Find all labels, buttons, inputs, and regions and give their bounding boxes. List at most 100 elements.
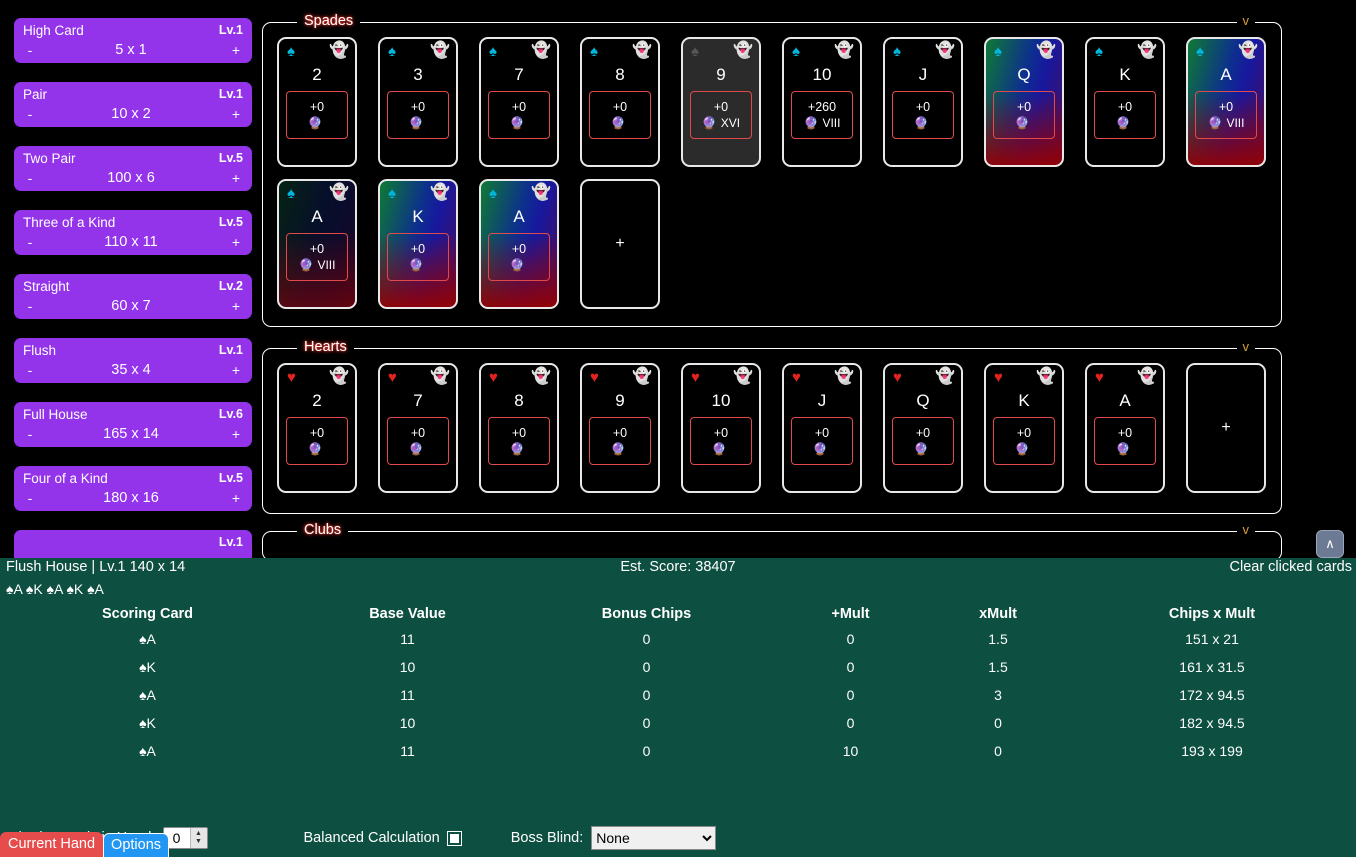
playing-card[interactable]: ♠ 👻 10 +260 🔮 VIII [782, 37, 862, 167]
hand-row[interactable]: Two Pair Lv.5-100 x 6 + [14, 146, 252, 191]
playing-card[interactable]: ♥ 👻 Q +0 🔮 [883, 363, 963, 493]
hand-increase-button[interactable]: + [229, 362, 243, 378]
scoring-value-cell: 0 [846, 631, 855, 647]
card-modifier-box[interactable]: +0 🔮 [488, 417, 550, 465]
chariot-cards-stepper[interactable]: 0 ▲ ▼ [162, 827, 208, 849]
card-modifier-box[interactable]: +0 🔮 [589, 91, 651, 139]
playing-card[interactable]: ♥ 👻 J +0 🔮 [782, 363, 862, 493]
hand-increase-button[interactable]: + [229, 426, 243, 442]
hand-row[interactable]: Full House Lv.6-165 x 14 + [14, 402, 252, 447]
playing-card[interactable]: ♥ 👻 K +0 🔮 [984, 363, 1064, 493]
card-modifier-box[interactable]: +0 🔮 [387, 91, 449, 139]
card-seal-row: 🔮 [510, 115, 529, 131]
hand-row[interactable]: Pair Lv.1-10 x 2 + [14, 82, 252, 127]
scoring-table-column-header: Base Value [369, 606, 446, 622]
card-modifier-box[interactable]: +0 🔮 VIII [286, 233, 348, 281]
chariot-cards-stepper-arrows[interactable]: ▲ ▼ [189, 828, 207, 848]
table-row: ♠A 11 0 10 0 193 x 199 [0, 737, 1356, 765]
card-modifier-box[interactable]: +0 🔮 [589, 417, 651, 465]
card-modifier-box[interactable]: +0 🔮 VIII [1195, 91, 1257, 139]
card-modifier-box[interactable]: +0 🔮 [387, 417, 449, 465]
card-modifier-box[interactable]: +0 🔮 [993, 417, 1055, 465]
hand-row[interactable]: High Card Lv.1-5 x 1 + [14, 18, 252, 63]
balanced-calculation-control[interactable]: Balanced Calculation [304, 830, 462, 846]
card-modifier-box[interactable]: +0 🔮 [1094, 91, 1156, 139]
heart-suit-icon: ♥ [893, 369, 902, 386]
ghost-icon: 👻 [1137, 42, 1157, 59]
hand-increase-button[interactable]: + [229, 234, 243, 250]
hand-score: 165 x 14 [103, 426, 159, 442]
playing-card[interactable]: ♥ 👻 8 +0 🔮 [479, 363, 559, 493]
card-bonus-chips: +0 [1117, 426, 1133, 440]
card-modifier-box[interactable]: +0 🔮 XVI [690, 91, 752, 139]
card-modifier-box[interactable]: +0 🔮 [690, 417, 752, 465]
card-modifier-box[interactable]: +0 🔮 [791, 417, 853, 465]
hand-increase-button[interactable]: + [229, 298, 243, 314]
chevron-down-icon[interactable]: v [1236, 522, 1255, 537]
hand-name: Two Pair [23, 150, 76, 166]
playing-card[interactable]: ♠ 👻 K +0 🔮 [1085, 37, 1165, 167]
card-modifier-box[interactable]: +0 🔮 [993, 91, 1055, 139]
add-card-button[interactable]: + [1186, 363, 1266, 493]
scoring-value-cell: 1.5 [988, 631, 1008, 647]
crystal-ball-icon: 🔮 [1115, 442, 1131, 456]
card-modifier-box[interactable]: +0 🔮 [892, 91, 954, 139]
playing-card[interactable]: ♥ 👻 7 +0 🔮 [378, 363, 458, 493]
playing-card[interactable]: ♠ 👻 9 +0 🔮 XVI [681, 37, 761, 167]
card-rank: 10 [812, 65, 832, 84]
playing-card[interactable]: ♠ 👻 Q +0 🔮 [984, 37, 1064, 167]
card-modifier-box[interactable]: +260 🔮 VIII [791, 91, 853, 139]
tab-current-hand[interactable]: Current Hand [0, 832, 104, 857]
scoring-value-cell: 0 [642, 687, 651, 703]
card-modifier-box[interactable]: +0 🔮 [488, 91, 550, 139]
playing-card[interactable]: ♥ 👻 2 +0 🔮 [277, 363, 357, 493]
card-modifier-box[interactable]: +0 🔮 [387, 233, 449, 281]
balanced-calculation-checkbox[interactable] [446, 830, 462, 846]
hand-increase-button[interactable]: + [229, 42, 243, 58]
hand-row[interactable]: Three of a Kind Lv.5-110 x 11 + [14, 210, 252, 255]
playing-card[interactable]: ♠ 👻 3 +0 🔮 [378, 37, 458, 167]
playing-card[interactable]: ♠ 👻 A +0 🔮 VIII [277, 179, 357, 309]
crystal-ball-icon: 🔮 [610, 442, 626, 456]
playing-card[interactable]: ♠ 👻 A +0 🔮 [479, 179, 559, 309]
card-modifier-box[interactable]: +0 🔮 [286, 91, 348, 139]
playing-card[interactable]: ♠ 👻 7 +0 🔮 [479, 37, 559, 167]
hand-row[interactable]: Four of a Kind Lv.5-180 x 16 + [14, 466, 252, 511]
clear-clicked-cards-button[interactable]: Clear clicked cards [1230, 559, 1353, 575]
playing-card[interactable]: ♠ 👻 8 +0 🔮 [580, 37, 660, 167]
stepper-up-icon[interactable]: ▲ [195, 830, 202, 838]
hand-increase-button[interactable]: + [229, 106, 243, 122]
playing-card[interactable]: ♠ 👻 J +0 🔮 [883, 37, 963, 167]
add-card-button[interactable]: + [580, 179, 660, 309]
ghost-icon: 👻 [632, 42, 652, 59]
crystal-ball-icon: 🔮 [509, 258, 525, 272]
playing-card[interactable]: ♥ 👻 10 +0 🔮 [681, 363, 761, 493]
playing-card[interactable]: ♥ 👻 A +0 🔮 [1085, 363, 1165, 493]
table-row: ♠K 10 0 0 1.5 161 x 31.5 [0, 653, 1356, 681]
collapse-panel-button[interactable]: ∧ [1316, 530, 1344, 558]
card-bonus-chips: +0 [1016, 426, 1032, 440]
hand-row[interactable]: Flush Lv.1-35 x 4 + [14, 338, 252, 383]
hand-increase-button[interactable]: + [229, 170, 243, 186]
card-modifier-box[interactable]: +0 🔮 [286, 417, 348, 465]
card-modifier-box[interactable]: +0 🔮 [488, 233, 550, 281]
playing-card[interactable]: ♥ 👻 9 +0 🔮 [580, 363, 660, 493]
spade-suit-icon: ♠ [691, 43, 699, 60]
heart-suit-icon: ♥ [1095, 369, 1104, 386]
boss-blind-select[interactable]: None [591, 826, 717, 850]
card-modifier-box[interactable]: +0 🔮 [892, 417, 954, 465]
stepper-down-icon[interactable]: ▼ [195, 838, 202, 846]
tab-options[interactable]: Options [103, 833, 170, 857]
playing-card[interactable]: ♠ 👻 K +0 🔮 [378, 179, 458, 309]
chevron-down-icon[interactable]: v [1236, 13, 1255, 28]
scoring-value-cell: 0 [846, 687, 855, 703]
card-modifier-box[interactable]: +0 🔮 [1094, 417, 1156, 465]
heart-suit-icon: ♥ [590, 369, 599, 386]
hand-increase-button[interactable]: + [229, 490, 243, 506]
hand-row[interactable]: Straight Lv.2-60 x 7 + [14, 274, 252, 319]
chevron-down-icon[interactable]: v [1236, 339, 1255, 354]
playing-card[interactable]: ♠ 👻 A +0 🔮 VIII [1186, 37, 1266, 167]
card-rank: J [817, 391, 827, 410]
crystal-ball-icon: 🔮 [711, 442, 727, 456]
playing-card[interactable]: ♠ 👻 2 +0 🔮 [277, 37, 357, 167]
